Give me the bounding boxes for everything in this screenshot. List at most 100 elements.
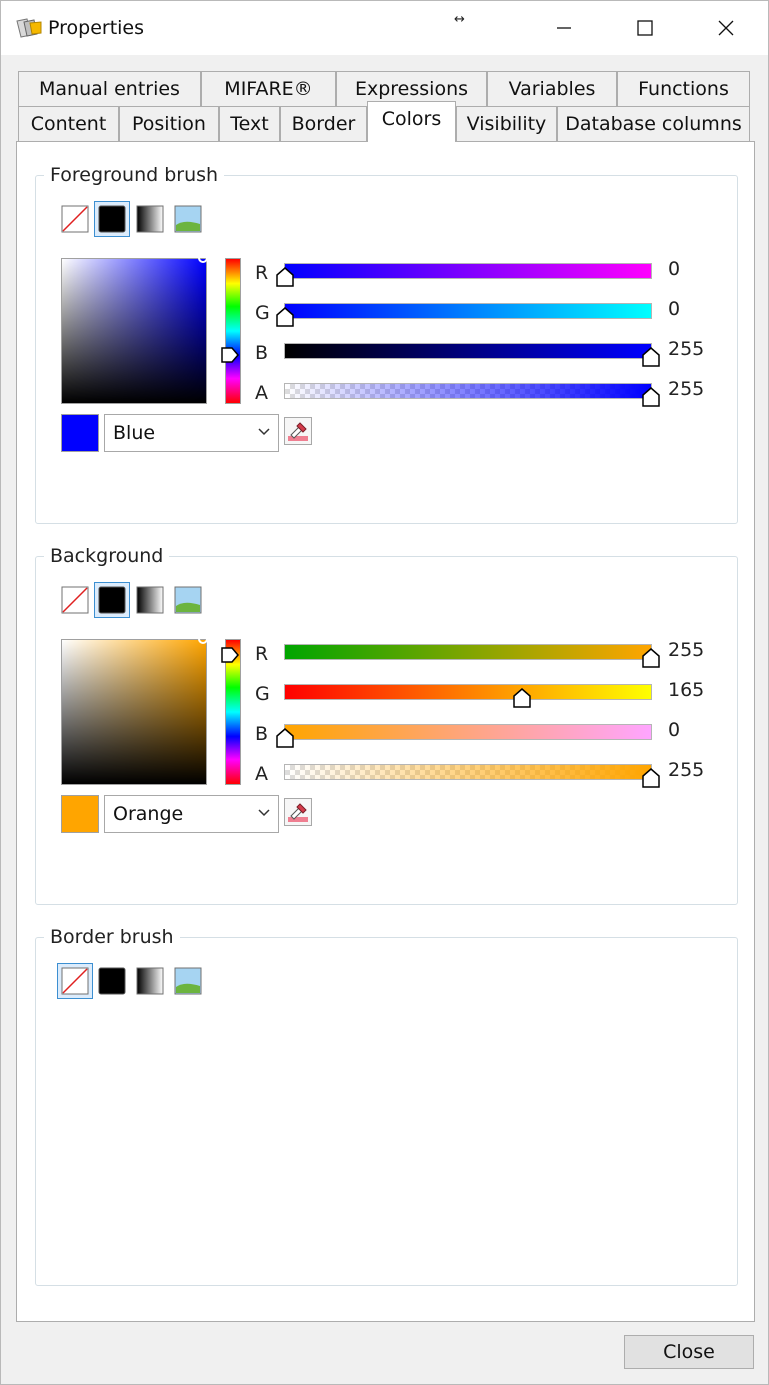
maximize-icon (637, 20, 653, 36)
background-color-preview (61, 795, 99, 833)
chevron-down-icon (258, 428, 270, 436)
tab-visibility[interactable]: Visibility (456, 106, 557, 141)
background-image-brush-button[interactable] (170, 582, 206, 618)
background-a-thumb[interactable] (642, 768, 660, 788)
tab-functions[interactable]: Functions (617, 71, 750, 106)
tab-strip: Manual entries MIFARE® Expressions Varia… (1, 55, 768, 143)
resize-indicator: ↔ (454, 12, 465, 27)
no-brush-icon (61, 586, 89, 614)
background-g-label: G (255, 683, 270, 705)
tab-colors[interactable]: Colors (367, 101, 456, 142)
background-a-slider[interactable] (284, 764, 652, 780)
foreground-color-name: Blue (113, 422, 156, 444)
background-solid-brush-button[interactable] (94, 582, 130, 618)
tab-content[interactable]: Content (18, 106, 119, 141)
foreground-r-slider[interactable] (284, 263, 652, 279)
foreground-sv-handle[interactable] (198, 253, 208, 263)
tab-variables[interactable]: Variables (487, 71, 617, 106)
background-brush-group: Background R 255 G 165 B 0 A 255 Orange (35, 543, 738, 905)
foreground-brush-group: Foreground brush R 0 G 0 B 255 A 255 Blu… (35, 162, 738, 524)
border-brush-group: Border brush (35, 924, 738, 1286)
foreground-color-preview (61, 414, 99, 452)
background-brush-title: Background (44, 543, 170, 569)
background-hue-thumb[interactable] (221, 647, 239, 663)
minimize-icon (557, 27, 571, 29)
solid-brush-icon (98, 967, 126, 995)
foreground-g-slider[interactable] (284, 303, 652, 319)
foreground-b-thumb[interactable] (642, 347, 660, 367)
foreground-b-label: B (255, 342, 269, 364)
border-brush-title: Border brush (44, 924, 180, 950)
background-a-value: 255 (668, 759, 705, 781)
background-color-select[interactable]: Orange (104, 795, 279, 833)
image-brush-icon (174, 205, 202, 233)
tab-border[interactable]: Border (280, 106, 367, 141)
background-b-label: B (255, 723, 269, 745)
background-sv-handle[interactable] (198, 634, 208, 644)
tab-mifare[interactable]: MIFARE® (201, 71, 336, 106)
foreground-g-thumb[interactable] (276, 307, 294, 327)
solid-brush-icon (98, 205, 126, 233)
close-button[interactable]: Close (624, 1335, 754, 1369)
background-r-label: R (255, 643, 269, 665)
gradient-brush-icon (136, 205, 164, 233)
foreground-none-brush-button[interactable] (57, 201, 93, 237)
foreground-solid-brush-button[interactable] (94, 201, 130, 237)
background-r-slider[interactable] (284, 644, 652, 660)
foreground-a-slider[interactable] (284, 383, 652, 399)
foreground-gradient-brush-button[interactable] (132, 201, 168, 237)
minimize-button[interactable] (541, 9, 587, 47)
background-color-name: Orange (113, 803, 184, 825)
foreground-eyedropper-button[interactable] (284, 417, 312, 445)
foreground-a-label: A (255, 382, 268, 404)
background-eyedropper-button[interactable] (284, 798, 312, 826)
background-g-slider[interactable] (284, 684, 652, 700)
no-brush-icon (61, 205, 89, 233)
eyedropper-icon (288, 422, 308, 441)
maximize-button[interactable] (622, 9, 668, 47)
gradient-brush-icon (136, 967, 164, 995)
tab-position[interactable]: Position (119, 106, 219, 141)
foreground-b-slider[interactable] (284, 343, 652, 359)
solid-brush-icon (98, 586, 126, 614)
image-brush-icon (174, 967, 202, 995)
foreground-g-label: G (255, 302, 270, 324)
background-saturation-value-picker[interactable] (61, 634, 208, 785)
background-none-brush-button[interactable] (57, 582, 93, 618)
border-gradient-brush-button[interactable] (132, 963, 168, 999)
image-brush-icon (174, 586, 202, 614)
background-g-thumb[interactable] (513, 688, 531, 708)
tab-database-columns[interactable]: Database columns (557, 106, 750, 141)
background-b-thumb[interactable] (276, 728, 294, 748)
colors-panel: Foreground brush R 0 G 0 B 255 A 255 Blu… (16, 141, 755, 1322)
foreground-r-value: 0 (668, 258, 681, 280)
background-gradient-brush-button[interactable] (132, 582, 168, 618)
close-window-button[interactable] (703, 9, 749, 47)
background-b-slider[interactable] (284, 724, 652, 740)
eyedropper-icon (288, 803, 308, 822)
title-bar[interactable]: Properties ↔ (1, 1, 768, 55)
border-image-brush-button[interactable] (170, 963, 206, 999)
tab-manual-entries[interactable]: Manual entries (18, 71, 201, 106)
foreground-hue-thumb[interactable] (221, 347, 239, 363)
no-brush-icon (61, 967, 89, 995)
foreground-a-thumb[interactable] (642, 387, 660, 407)
border-solid-brush-button[interactable] (94, 963, 130, 999)
foreground-a-value: 255 (668, 378, 705, 400)
border-none-brush-button[interactable] (57, 963, 93, 999)
foreground-b-value: 255 (668, 338, 705, 360)
labeling-app-logo-icon (16, 18, 42, 38)
background-r-value: 255 (668, 639, 705, 661)
close-icon (718, 20, 734, 36)
foreground-image-brush-button[interactable] (170, 201, 206, 237)
background-r-thumb[interactable] (642, 648, 660, 668)
foreground-hue-slider[interactable] (225, 258, 241, 404)
window-title: Properties (48, 17, 145, 39)
background-b-value: 0 (668, 719, 681, 741)
foreground-saturation-value-picker[interactable] (61, 253, 208, 404)
properties-window: Properties ↔ Manual entries MIFARE® Expr… (0, 0, 769, 1385)
foreground-r-thumb[interactable] (276, 267, 294, 287)
foreground-r-label: R (255, 262, 269, 284)
tab-text[interactable]: Text (219, 106, 280, 141)
foreground-color-select[interactable]: Blue (104, 414, 279, 452)
